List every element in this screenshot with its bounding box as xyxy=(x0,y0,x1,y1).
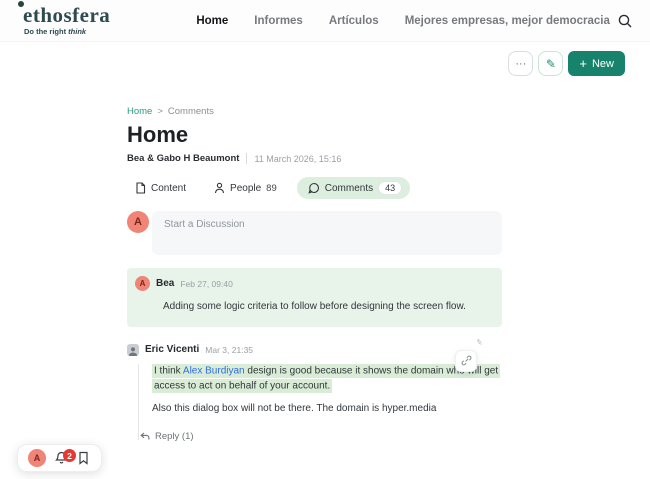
current-user-avatar[interactable]: A xyxy=(127,211,149,233)
bookmarks-button[interactable] xyxy=(78,451,91,465)
main-content: Home > Comments Home Bea & Gabo H Beaumo… xyxy=(127,106,502,442)
page-title: Home xyxy=(127,122,502,148)
tab-content[interactable]: Content xyxy=(127,178,194,198)
notification-badge: 2 xyxy=(63,449,76,462)
more-options-button[interactable]: ··· xyxy=(508,51,533,76)
tab-people[interactable]: People 89 xyxy=(206,178,285,198)
byline-divider xyxy=(246,153,247,164)
publish-timestamp: 11 March 2026, 15:16 xyxy=(254,154,341,164)
tab-comments[interactable]: Comments 43 xyxy=(297,177,410,199)
breadcrumb-current: Comments xyxy=(168,106,214,117)
comment-eric: Eric Vicenti Mar 3, 21:35 ✎ I think Alex… xyxy=(127,344,502,442)
avatar-eric[interactable] xyxy=(127,344,139,356)
thread-line xyxy=(138,364,139,440)
comment-author[interactable]: Bea xyxy=(156,278,174,289)
brand-logo[interactable]: ethosfera Do the right think xyxy=(16,5,110,36)
authors-link[interactable]: Bea & Gabo H Beaumont xyxy=(127,153,239,164)
comment-timestamp: Mar 3, 21:35 xyxy=(205,345,253,355)
mention-link[interactable]: Alex Burdiyan xyxy=(183,366,245,377)
copy-link-button[interactable] xyxy=(455,350,477,372)
reply-button[interactable]: Reply (1) xyxy=(127,431,502,442)
pencil-icon: ✎ xyxy=(546,57,556,71)
nav-item-home[interactable]: Home xyxy=(196,15,228,27)
notifications-button[interactable]: 2 xyxy=(55,451,69,465)
person-icon xyxy=(214,182,225,194)
plus-icon: + xyxy=(579,57,587,70)
comment-bubble-icon xyxy=(308,182,320,194)
comment-body: I think Alex Burdiyan design is good bec… xyxy=(127,364,502,416)
tab-bar: Content People 89 Comments 43 xyxy=(127,177,502,199)
search-icon[interactable] xyxy=(616,12,634,30)
comment-paragraph-highlighted: I think Alex Burdiyan design is good bec… xyxy=(152,364,502,394)
dock-user-avatar[interactable]: A xyxy=(28,449,46,467)
nav-item-mejores-empresas[interactable]: Mejores empresas, mejor democracia xyxy=(405,15,610,27)
bottom-dock: A 2 xyxy=(17,444,102,472)
main-nav: Home Informes Artículos Mejores empresas… xyxy=(196,15,610,27)
edit-button[interactable]: ✎ xyxy=(538,51,563,76)
reply-arrow-icon xyxy=(140,432,150,441)
bookmark-icon xyxy=(78,451,89,465)
byline: Bea & Gabo H Beaumont 11 March 2026, 15:… xyxy=(127,153,502,164)
new-button[interactable]: + New xyxy=(568,51,625,76)
comment-bea: A Bea Feb 27, 09:40 Adding some logic cr… xyxy=(127,268,502,327)
document-icon xyxy=(135,182,146,194)
comment-header: Eric Vicenti Mar 3, 21:35 xyxy=(127,344,502,356)
link-icon xyxy=(461,355,472,366)
comments-count-badge: 43 xyxy=(378,181,402,195)
start-discussion-row: A Start a Discussion xyxy=(127,211,502,255)
brand-tagline: Do the right think xyxy=(16,28,110,36)
comment-text: Adding some logic criteria to follow bef… xyxy=(135,300,492,315)
discussion-input[interactable]: Start a Discussion xyxy=(152,211,502,255)
breadcrumb-home-link[interactable]: Home xyxy=(127,106,152,117)
brand-name: ethosfera xyxy=(16,5,110,26)
nav-item-articulos[interactable]: Artículos xyxy=(329,15,379,27)
comment-header: A Bea Feb 27, 09:40 xyxy=(135,276,492,291)
comment-paragraph: Also this dialog box will not be there. … xyxy=(152,401,502,416)
comment-timestamp: Feb 27, 09:40 xyxy=(180,279,232,289)
people-count: 89 xyxy=(266,183,277,194)
top-navigation-bar: ethosfera Do the right think Home Inform… xyxy=(0,0,650,42)
comment-author[interactable]: Eric Vicenti xyxy=(145,344,199,355)
breadcrumb-separator: > xyxy=(157,106,163,117)
breadcrumb: Home > Comments xyxy=(127,106,502,117)
page-actions: ··· ✎ + New xyxy=(508,51,625,76)
nav-item-informes[interactable]: Informes xyxy=(254,15,303,27)
avatar-bea[interactable]: A xyxy=(135,276,150,291)
